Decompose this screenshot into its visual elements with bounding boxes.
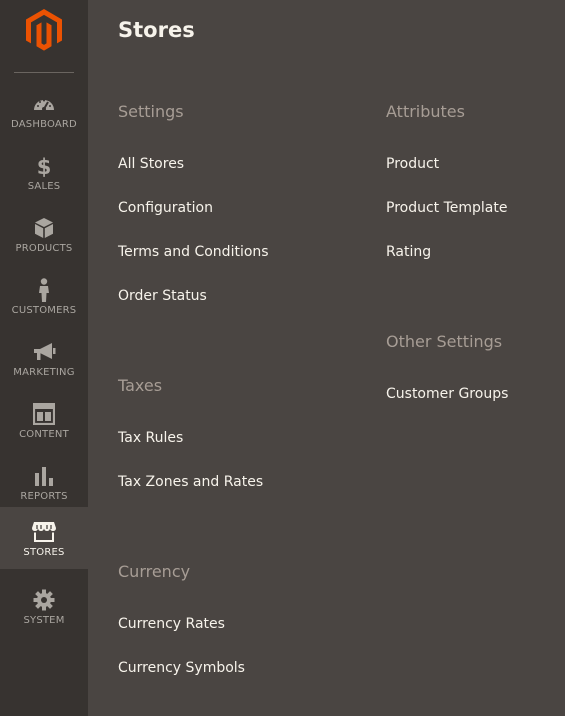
link-configuration[interactable]: Configuration (118, 200, 213, 216)
nav-item-sales[interactable]: $ SALES (0, 144, 88, 206)
layout-icon (33, 402, 55, 426)
link-currency-rates[interactable]: Currency Rates (118, 616, 225, 632)
link-order-status[interactable]: Order Status (118, 288, 207, 304)
nav-item-products[interactable]: PRODUCTS (0, 206, 88, 268)
link-tax-zones-and-rates[interactable]: Tax Zones and Rates (118, 474, 263, 490)
logo-divider (14, 72, 74, 73)
link-product-template[interactable]: Product Template (386, 200, 508, 216)
link-currency-symbols[interactable]: Currency Symbols (118, 660, 245, 676)
stores-menu-panel: Stores Settings All Stores Configuration… (88, 0, 565, 716)
nav-item-dashboard[interactable]: DASHBOARD (0, 82, 88, 144)
section-title-taxes: Taxes (118, 376, 163, 395)
storefront-icon (31, 520, 57, 544)
bar-chart-icon (34, 464, 54, 488)
link-tax-rules[interactable]: Tax Rules (118, 430, 183, 446)
nav-label-content: CONTENT (19, 429, 69, 440)
nav-item-system[interactable]: SYSTEM (0, 578, 88, 640)
megaphone-icon (32, 340, 56, 364)
link-all-stores[interactable]: All Stores (118, 156, 184, 172)
nav-item-marketing[interactable]: MARKETING (0, 330, 88, 392)
section-title-settings: Settings (118, 102, 184, 121)
gear-icon (33, 588, 55, 612)
nav-label-system: SYSTEM (23, 615, 65, 626)
link-rating[interactable]: Rating (386, 244, 431, 260)
dollar-icon: $ (36, 154, 52, 178)
section-title-attributes: Attributes (386, 102, 465, 121)
link-customer-groups[interactable]: Customer Groups (386, 386, 508, 402)
person-icon (37, 278, 51, 302)
nav-item-stores[interactable]: STORES (0, 507, 88, 569)
nav-label-sales: SALES (27, 181, 61, 192)
link-product[interactable]: Product (386, 156, 439, 172)
nav-item-customers[interactable]: CUSTOMERS (0, 268, 88, 330)
panel-title: Stores (118, 18, 195, 42)
magento-logo-icon (26, 9, 62, 51)
svg-text:$: $ (37, 155, 52, 177)
link-terms-and-conditions[interactable]: Terms and Conditions (118, 244, 269, 260)
nav-label-stores: STORES (23, 547, 65, 558)
nav-label-dashboard: DASHBOARD (11, 119, 77, 130)
nav-item-content[interactable]: CONTENT (0, 392, 88, 454)
dashboard-gauge-icon (32, 92, 56, 116)
logo[interactable] (0, 0, 88, 72)
nav-label-marketing: MARKETING (13, 367, 75, 378)
section-title-currency: Currency (118, 562, 191, 581)
nav-label-customers: CUSTOMERS (11, 305, 77, 316)
section-title-other-settings: Other Settings (386, 332, 503, 351)
box-icon (34, 216, 54, 240)
admin-sidebar: DASHBOARD $ SALES PRODUCTS CUSTOMERS MAR… (0, 0, 88, 716)
nav-label-products: PRODUCTS (15, 243, 73, 254)
nav-label-reports: REPORTS (20, 491, 68, 502)
